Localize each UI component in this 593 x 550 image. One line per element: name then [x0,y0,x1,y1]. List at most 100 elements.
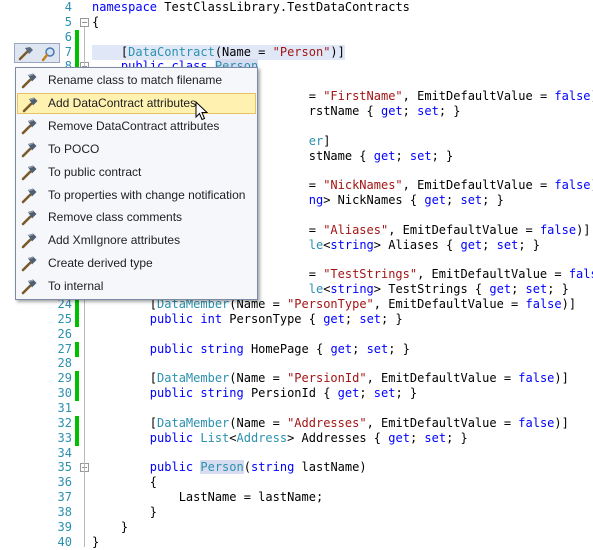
code-token: (Name = [229,371,288,386]
code-line[interactable]: 39 } [0,520,593,535]
change-bar [75,341,79,357]
menu-item-label: Add DataContract attributes [48,95,197,110]
code-line[interactable]: 28 [0,356,593,371]
code-token: [ [92,371,158,386]
code-line[interactable]: 7 [DataContract(Name = "Person")] [0,44,593,60]
code-line[interactable]: 5−{ [0,15,593,30]
code-text: { [92,475,157,490]
code-token: get [323,311,345,326]
menu-item[interactable]: To properties with change notification [17,185,256,206]
code-token: , EmitDefaultValue = [366,415,519,430]
code-token: [ [92,415,158,430]
mouse-cursor-icon [195,101,209,121]
menu-item[interactable]: To public contract [17,162,256,183]
line-number: 31 [57,400,72,415]
code-token: get [460,237,483,252]
code-token: ; [446,193,461,208]
code-token: public [149,460,201,475]
code-token: HomePage { [250,341,331,356]
code-token: , EmitDefaultValue = [417,267,569,282]
code-token: ; } [518,237,540,252]
line-number: 36 [57,475,72,490]
menu-item-label: Remove DataContract attributes [48,118,220,133]
code-token: , EmitDefaultValue = [366,371,519,386]
code-token: lastName) [301,460,367,475]
code-token: namespace [92,0,165,14]
menu-item[interactable]: To internal [17,276,256,297]
code-line[interactable]: 30 public string PersionId { get; set; } [0,386,593,402]
code-line[interactable]: 37 LastName = lastName; [0,490,593,505]
code-token: false [518,371,555,386]
code-token: [ [92,44,129,59]
menu-item[interactable]: Remove class comments [17,207,256,228]
line-number: 5 [64,14,72,29]
code-line[interactable]: 29 [DataMember(Name = "PersionId", EmitD… [0,371,593,387]
code-token: set [460,193,483,208]
code-token: set [409,148,432,163]
menu-item[interactable]: Add XmlIgnore attributes [17,230,256,251]
change-bar [75,44,79,60]
line-number: 34 [57,445,72,460]
menu-item-label: Remove class comments [48,210,183,225]
collapse-toggle-icon[interactable]: − [80,17,89,27]
code-token: > Addresses { [287,430,389,445]
hammer-icon [20,255,38,273]
code-token: "PersonType" [287,297,374,311]
menu-item[interactable]: Remove DataContract attributes [17,116,256,137]
change-bar [75,415,79,431]
code-token: List [200,430,230,445]
line-number: 28 [57,356,72,371]
menu-item-label: Create derived type [48,256,153,271]
line-number: 32 [57,415,72,430]
code-token: string [200,341,251,356]
code-token: PersionId { [250,386,338,401]
code-line[interactable]: 34 [0,446,593,461]
code-token: public [149,430,201,445]
code-token: )] [576,222,591,237]
code-text: public string PersionId { get; set; } [92,386,417,401]
code-token: )] [561,297,577,311]
code-line[interactable]: 40} [0,535,593,550]
code-text: [DataMember(Name = "Addresses", EmitDefa… [92,416,569,431]
code-line[interactable]: 31 [0,401,593,416]
code-token: )] [554,415,569,430]
line-number: 25 [57,311,72,326]
code-token: set [366,341,389,356]
code-line[interactable]: 25 public int PersonType { get; set; } [0,311,593,327]
menu-item[interactable]: Rename class to match filename [17,70,256,91]
code-line[interactable]: 36 { [0,475,593,490]
code-token: DataMember [157,415,230,430]
code-line[interactable]: 35− public Person(string lastName) [0,460,593,475]
menu-item[interactable]: Create derived type [17,253,256,274]
code-token: "FirstName" [323,89,403,104]
code-token: , EmitDefaultValue = [402,89,555,104]
line-number: 4 [64,0,72,14]
code-line[interactable]: 38 } [0,505,593,520]
code-token: false [539,222,577,237]
code-token: ; [344,311,360,326]
code-line[interactable]: 27 public string HomePage { get; set; } [0,341,593,357]
hammer-icon [20,209,38,227]
code-line[interactable]: 32 [DataMember(Name = "Addresses", EmitD… [0,415,593,431]
code-line[interactable]: 4 namespace TestClassLibrary.TestDataCont… [0,0,593,15]
change-bar [75,386,79,402]
code-token: , EmitDefaultValue = [388,222,540,237]
code-token: ; [402,103,418,118]
smart-tag-button[interactable] [14,43,60,63]
code-line[interactable]: 6 [0,29,593,45]
code-token: ; } [446,430,468,445]
code-token: PersonType { [229,311,324,326]
code-text: namespace TestClassLibrary.TestDataContr… [92,0,410,15]
code-token: set [525,282,548,297]
code-line[interactable]: 33 public List<Address> Addresses { get;… [0,430,593,446]
menu-item[interactable]: Add DataContract attributes [17,92,256,114]
code-token: > NickNames { [323,193,425,208]
menu-item-label: To public contract [48,164,142,179]
code-token: TestClassLibrary.TestDataContracts [164,0,410,14]
code-token: , EmitDefaultValue = [373,297,526,311]
code-token: public [149,386,201,401]
menu-item[interactable]: To POCO [17,139,256,160]
code-line[interactable]: 26 [0,327,593,342]
